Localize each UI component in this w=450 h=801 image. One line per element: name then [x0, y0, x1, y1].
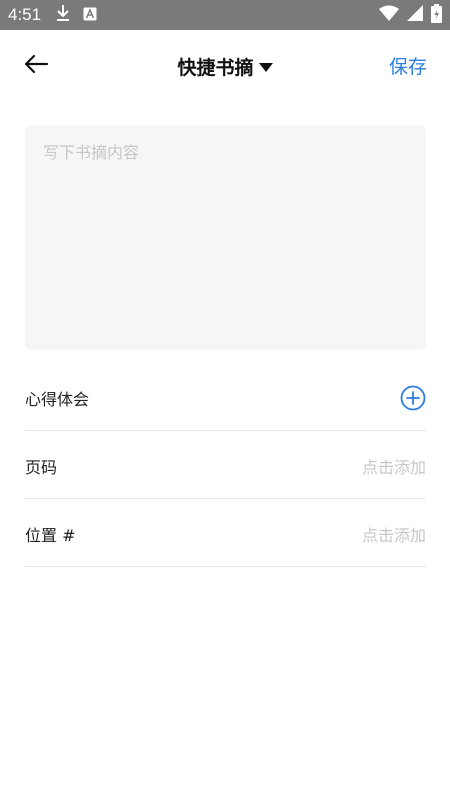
status-time: 4:51 — [8, 5, 42, 24]
plus-circle-icon — [400, 385, 426, 410]
battery-icon — [431, 3, 442, 27]
download-icon — [55, 4, 71, 26]
status-right-icons — [379, 3, 442, 27]
a-badge-icon — [83, 6, 97, 25]
thoughts-label: 心得体会 — [25, 389, 90, 409]
page-number-label: 页码 — [25, 457, 58, 477]
page-title: 快捷书摘 — [177, 56, 254, 79]
status-left-icons — [55, 5, 97, 25]
signal-icon — [407, 5, 423, 25]
page-number-hint: 点击添加 — [361, 457, 426, 477]
status-bar: 4:51 — [0, 0, 450, 30]
add-thought-button[interactable] — [400, 385, 426, 411]
caret-down-icon — [258, 62, 273, 72]
location-row[interactable]: 位置 # 点击添加 — [25, 501, 426, 567]
thoughts-row[interactable]: 心得体会 — [25, 365, 426, 431]
excerpt-box — [25, 125, 426, 350]
page-number-row[interactable]: 页码 点击添加 — [25, 433, 426, 499]
wifi-icon — [379, 5, 399, 25]
title-dropdown[interactable]: 快捷书摘 — [0, 50, 450, 82]
location-label: 位置 # — [25, 525, 76, 545]
location-hint: 点击添加 — [361, 525, 426, 545]
excerpt-input[interactable] — [25, 125, 426, 350]
save-button[interactable]: 保存 — [389, 52, 427, 79]
app-bar: 快捷书摘 保存 — [0, 30, 450, 102]
